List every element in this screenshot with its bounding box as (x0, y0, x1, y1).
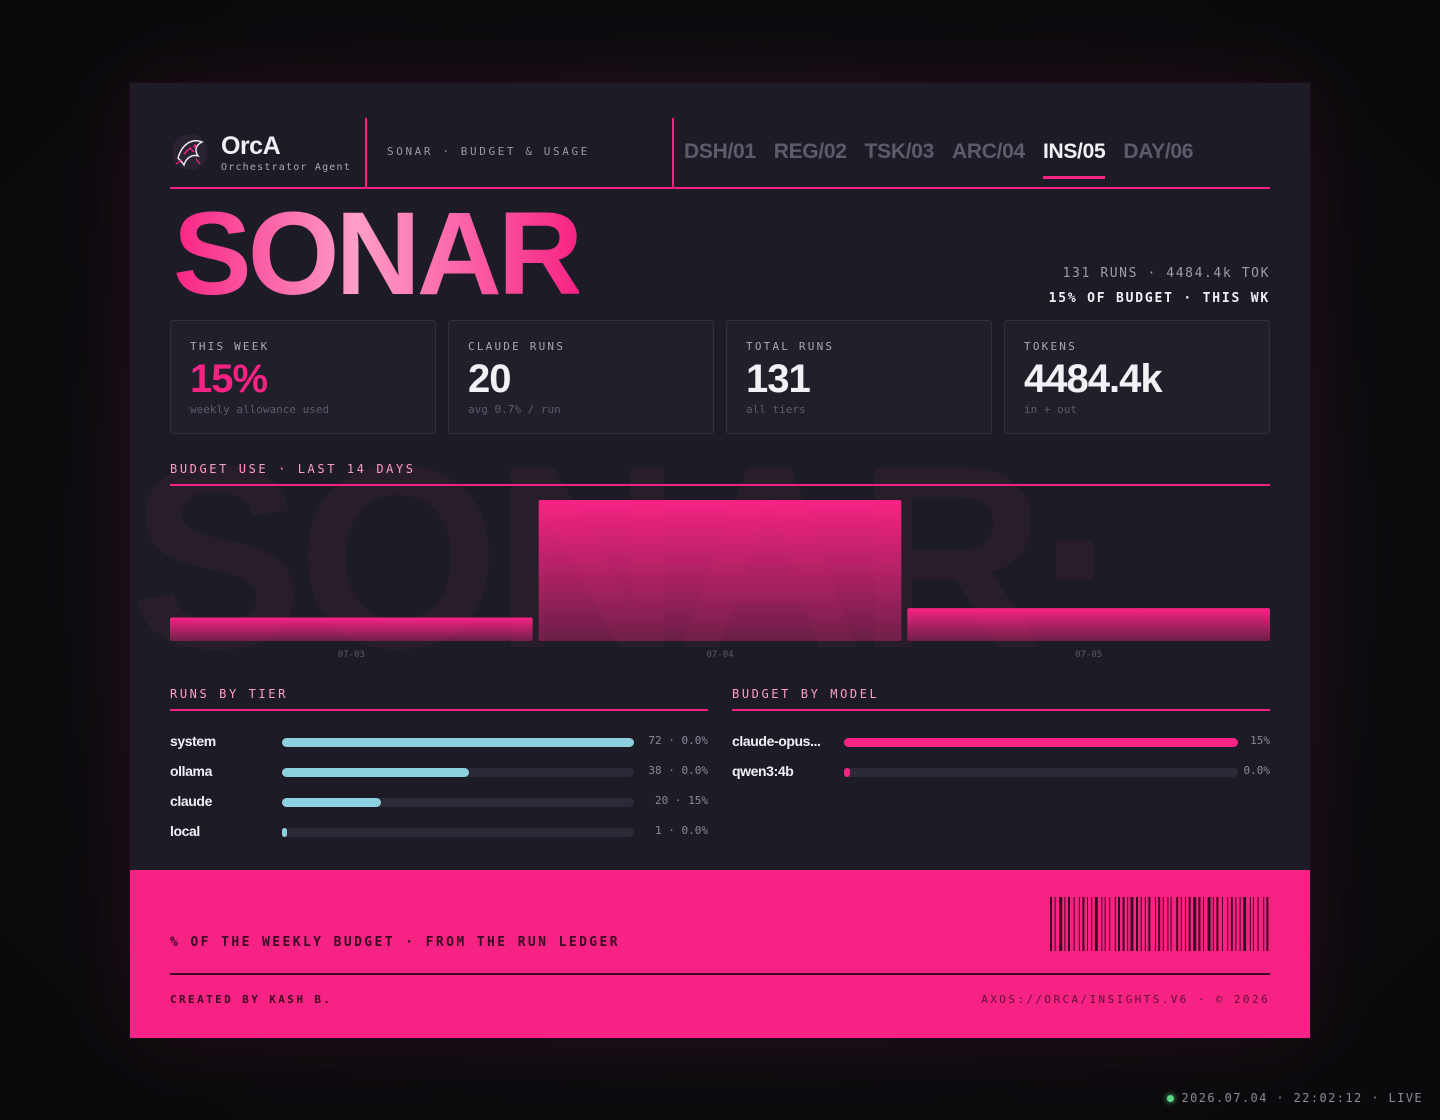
footer-rule (170, 973, 1270, 975)
header-divider (672, 118, 674, 187)
progress-track (844, 738, 1238, 747)
stat-note: weekly allowance used (190, 403, 330, 416)
row-label: claude (170, 793, 212, 809)
section-rule (170, 484, 1270, 486)
row-label: ollama (170, 763, 212, 779)
stat-label: TOTAL RUNS (746, 340, 835, 353)
list-row: qwen3:4b 0.0% (732, 763, 1270, 781)
stat-label: TOKENS (1024, 340, 1077, 353)
hero-meta-runs: 131 RUNS · 4484.4k TOK (1062, 266, 1270, 281)
chart-tick-label: 07-04 (706, 650, 733, 660)
chart-bar (538, 500, 902, 641)
row-value: 0.0% (1243, 764, 1271, 777)
header: OrcA Orchestrator Agent SONAR · BUDGET &… (170, 118, 1270, 189)
progress-fill (844, 768, 850, 777)
stat-value: 20 (468, 357, 511, 401)
tab-registry[interactable]: REG/02 (774, 118, 847, 187)
stat-note: avg 0.7% / run (468, 403, 561, 416)
stat-label: THIS WEEK (190, 340, 270, 353)
tab-archive[interactable]: ARC/04 (952, 118, 1025, 187)
list-row: claude 20 · 15% (170, 793, 708, 811)
runs-by-tier-title: RUNS BY TIER (170, 687, 288, 701)
brand-subtitle: Orchestrator Agent (221, 162, 351, 173)
row-value: 72 · 0.0% (648, 734, 708, 747)
chart-tick-label: 07-05 (1075, 650, 1102, 660)
header-divider (365, 118, 367, 187)
hero-meta-budget: 15% OF BUDGET · THIS WK (1048, 291, 1270, 306)
status-text: 2026.07.04 · 22:02:12 · LIVE (1181, 1091, 1423, 1105)
list-row: claude-opus... 15% (732, 733, 1270, 751)
tab-day[interactable]: DAY/06 (1123, 118, 1193, 187)
stat-value: 131 (746, 357, 811, 401)
row-label: system (170, 733, 216, 749)
stat-card-claude-runs: CLAUDE RUNS 20 avg 0.7% / run (448, 320, 714, 434)
stat-note: in + out (1024, 403, 1077, 416)
stat-card-this-week: THIS WEEK 15% weekly allowance used (170, 320, 436, 434)
barcode-icon (1050, 897, 1269, 951)
row-label: claude-opus... (732, 733, 821, 749)
progress-track (282, 798, 634, 807)
tab-tasks[interactable]: TSK/03 (865, 118, 935, 187)
hero-title: SONAR (173, 188, 583, 320)
stat-note: all tiers (746, 403, 806, 416)
progress-track (282, 768, 634, 777)
stat-card-tokens: TOKENS 4484.4k in + out (1004, 320, 1270, 434)
row-value: 20 · 15% (655, 794, 708, 807)
stat-value: 4484.4k (1024, 357, 1163, 401)
brand-name: OrcA (221, 132, 281, 160)
footer-caption: % OF THE WEEKLY BUDGET · FROM THE RUN LE… (170, 935, 620, 950)
tab-dashboard[interactable]: DSH/01 (684, 118, 756, 187)
chart-bar (170, 617, 533, 641)
tab-insights[interactable]: INS/05 (1042, 118, 1106, 187)
list-row: system 72 · 0.0% (170, 733, 708, 751)
stat-value: 15% (190, 357, 268, 401)
row-label: local (170, 823, 200, 839)
list-row: local 1 · 0.0% (170, 823, 708, 841)
footer-path: AXOS://ORCA/INSIGHTS.V6 · © 2026 (981, 993, 1270, 1006)
list-row: ollama 38 · 0.0% (170, 763, 708, 781)
insights-card: SONAR· OrcA Orchestrator Agent SONAR · B… (130, 83, 1310, 1038)
chart-tick-label: 07-03 (338, 650, 365, 660)
section-rule (170, 709, 708, 711)
section-rule (732, 709, 1270, 711)
nav-tabs: DSH/01 REG/02 TSK/03 ARC/04 INS/05 DAY/0… (684, 118, 1193, 187)
row-label: qwen3:4b (732, 763, 794, 779)
stat-card-total-runs: TOTAL RUNS 131 all tiers (726, 320, 992, 434)
budget-bar-chart: 07-03 07-04 07-05 (170, 500, 1270, 660)
progress-track (844, 768, 1238, 777)
live-indicator-icon (1166, 1094, 1174, 1102)
chart-bar (907, 608, 1270, 641)
footer: % OF THE WEEKLY BUDGET · FROM THE RUN LE… (130, 870, 1310, 1038)
progress-fill (282, 798, 381, 807)
budget-chart-title: BUDGET USE · LAST 14 DAYS (170, 462, 416, 476)
progress-fill (844, 738, 1238, 747)
orca-logo-icon (172, 134, 208, 170)
progress-fill (282, 828, 288, 837)
progress-track (282, 828, 634, 837)
status-bar: 2026.07.04 · 22:02:12 · LIVE (1166, 1091, 1424, 1105)
progress-fill (282, 768, 469, 777)
footer-credit: CREATED BY KASH B. (170, 993, 333, 1006)
row-value: 1 · 0.0% (655, 824, 708, 837)
stat-label: CLAUDE RUNS (468, 340, 566, 353)
row-value: 38 · 0.0% (648, 764, 708, 777)
breadcrumb: SONAR · BUDGET & USAGE (387, 145, 590, 158)
progress-fill (282, 738, 634, 747)
progress-track (282, 738, 634, 747)
budget-by-model-title: BUDGET BY MODEL (732, 687, 880, 701)
row-value: 15% (1250, 734, 1270, 747)
